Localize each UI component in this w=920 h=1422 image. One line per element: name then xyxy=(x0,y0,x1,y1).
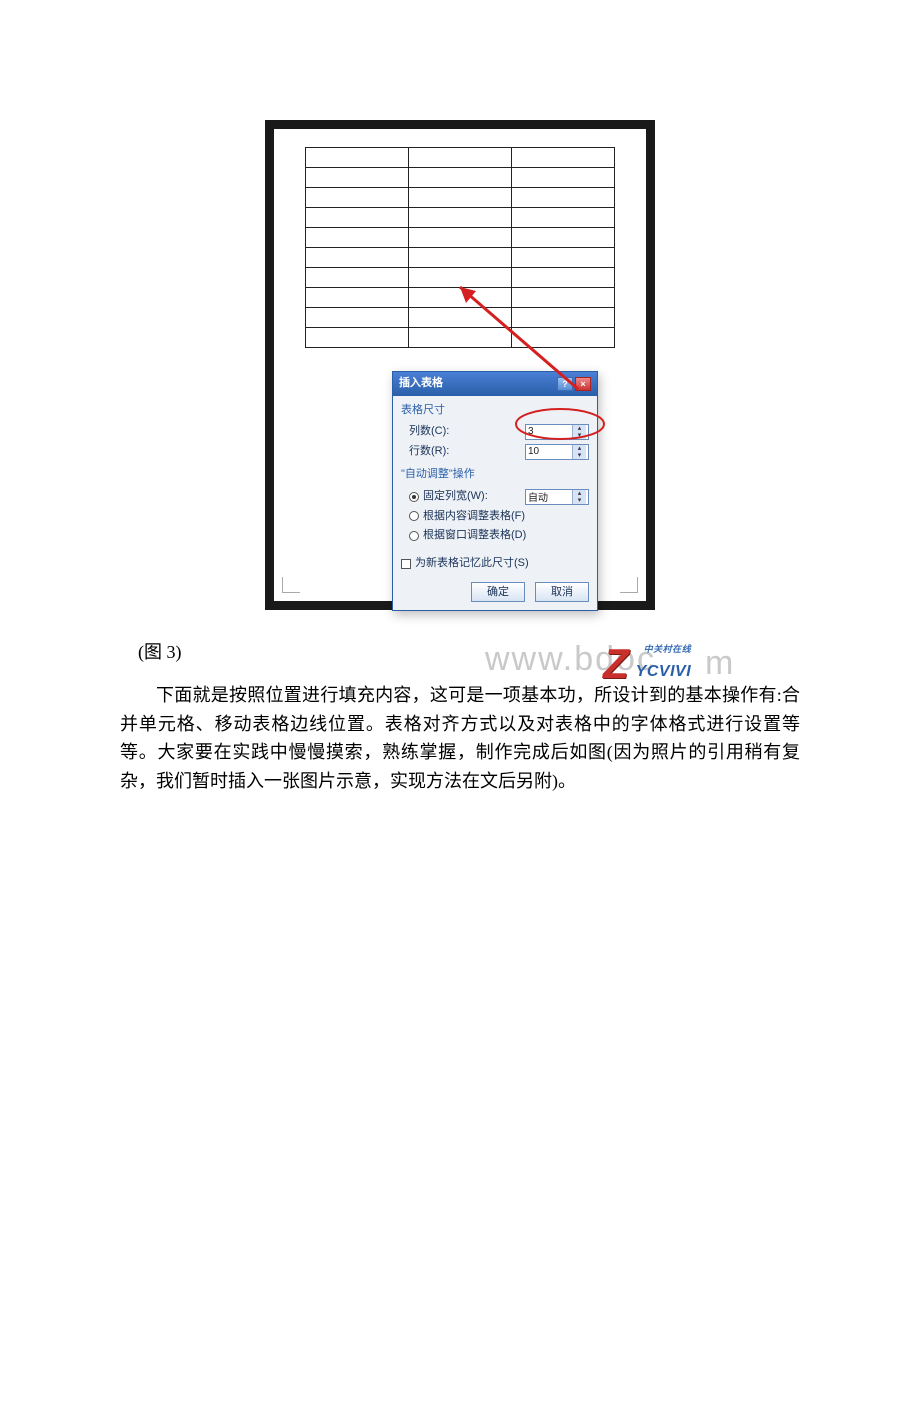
logo-big-text: YCVIVI xyxy=(636,663,691,680)
help-icon[interactable]: ? xyxy=(557,377,573,391)
fit-content-label: 根据内容调整表格(F) xyxy=(423,508,525,526)
dialog-body: 表格尺寸 列数(C): ▴▾ 行数(R): ▴▾ "自动调整"操作 xyxy=(393,396,597,611)
fixed-width-input[interactable] xyxy=(526,490,572,504)
spinner-arrows-icon[interactable]: ▴▾ xyxy=(572,425,586,439)
corner-mark-left xyxy=(282,577,300,593)
radio-fit-window[interactable] xyxy=(409,531,419,541)
ok-button[interactable]: 确定 xyxy=(471,582,525,602)
dialog-title: 插入表格 xyxy=(399,375,443,393)
fixed-width-label: 固定列宽(W): xyxy=(423,488,488,506)
section-auto-adjust: "自动调整"操作 xyxy=(401,466,589,484)
rows-input[interactable] xyxy=(526,445,572,459)
fit-window-label: 根据窗口调整表格(D) xyxy=(423,527,526,545)
radio-fit-content[interactable] xyxy=(409,511,419,521)
monitor-frame: 插入表格 ? × 表格尺寸 列数(C): ▴▾ 行数(R): xyxy=(265,120,655,610)
rows-spinner[interactable]: ▴▾ xyxy=(525,444,589,460)
logo-small-text: 中关村在线 xyxy=(636,642,691,656)
rows-label: 行数(R): xyxy=(409,443,449,461)
columns-spinner[interactable]: ▴▾ xyxy=(525,424,589,440)
spinner-arrows-icon[interactable]: ▴▾ xyxy=(572,445,586,459)
insert-table-dialog: 插入表格 ? × 表格尺寸 列数(C): ▴▾ 行数(R): xyxy=(392,371,598,611)
site-logo: Z 中关村在线 YCVIVI xyxy=(603,630,691,697)
spinner-arrows-icon[interactable]: ▴▾ xyxy=(572,490,586,504)
corner-mark-right xyxy=(620,577,638,593)
figure-3: 插入表格 ? × 表格尺寸 列数(C): ▴▾ 行数(R): xyxy=(205,120,715,610)
radio-fixed-width[interactable] xyxy=(409,492,419,502)
body-paragraph: 下面就是按照位置进行填充内容，这可是一项基本功，所设计到的基本操作有:合并单元格… xyxy=(120,681,800,796)
columns-input[interactable] xyxy=(526,425,572,439)
remember-checkbox[interactable] xyxy=(401,559,411,569)
cancel-button[interactable]: 取消 xyxy=(535,582,589,602)
section-table-size: 表格尺寸 xyxy=(401,402,589,420)
watermark-trail: m xyxy=(705,636,733,690)
close-icon[interactable]: × xyxy=(575,377,591,391)
logo-z-icon: Z xyxy=(603,630,629,697)
inserted-table xyxy=(305,147,615,348)
fixed-width-spinner[interactable]: ▴▾ xyxy=(525,489,589,505)
remember-label: 为新表格记忆此尺寸(S) xyxy=(415,555,529,573)
columns-label: 列数(C): xyxy=(409,423,449,441)
dialog-titlebar[interactable]: 插入表格 ? × xyxy=(393,372,597,396)
